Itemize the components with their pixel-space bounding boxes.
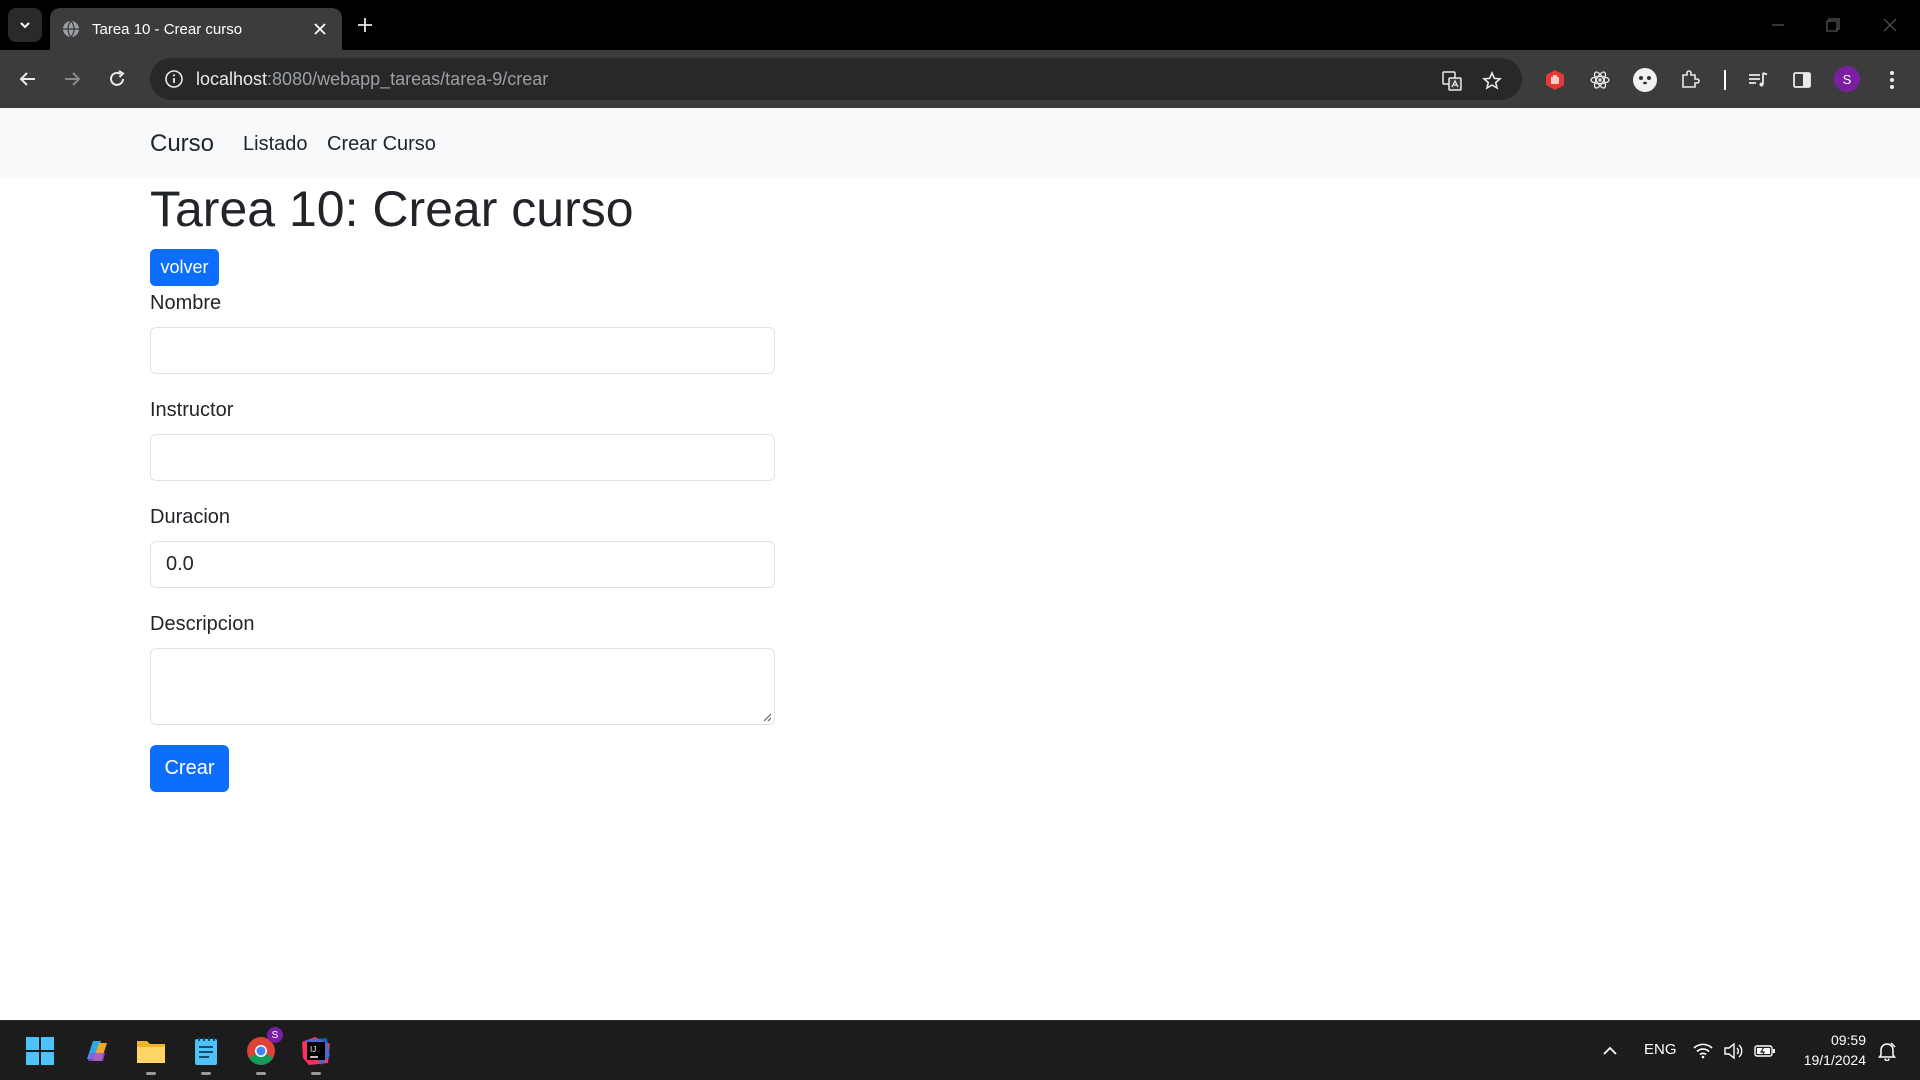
star-icon [1482, 71, 1502, 90]
volume-status[interactable] [1718, 1033, 1748, 1069]
volume-icon [1724, 1042, 1743, 1060]
descripcion-textarea[interactable] [150, 648, 775, 725]
profile-avatar[interactable]: S [1834, 66, 1860, 92]
side-panel-button[interactable] [1789, 67, 1815, 93]
folder-icon [137, 1041, 165, 1063]
battery-status[interactable] [1750, 1033, 1780, 1069]
restore-button[interactable] [1819, 12, 1847, 38]
nav-link-listado[interactable]: Listado [243, 133, 308, 156]
more-vertical-icon [1890, 71, 1894, 89]
restore-icon [1826, 18, 1840, 32]
duracion-label: Duracion [150, 506, 231, 528]
chrome-profile-badge: S [267, 1027, 283, 1043]
crear-submit-button[interactable]: Crear [150, 745, 229, 792]
instructor-input[interactable] [150, 434, 775, 481]
nav-link-crear-curso[interactable]: Crear Curso [327, 133, 436, 156]
running-indicator [201, 1072, 211, 1075]
copilot-preview-app[interactable] [79, 1033, 115, 1069]
svg-text:IJ: IJ [310, 1045, 316, 1054]
instructor-label: Instructor [150, 399, 234, 421]
hand-stop-icon [1546, 70, 1564, 90]
nombre-label: Nombre [150, 292, 222, 314]
wifi-icon [1693, 1043, 1713, 1059]
navbar-brand[interactable]: Curso [150, 130, 214, 158]
reload-icon [110, 70, 125, 86]
minimize-button[interactable] [1764, 12, 1792, 38]
url-text[interactable]: localhost:8080/webapp_tareas/tarea-9/cre… [196, 69, 548, 90]
battery-charging-icon [1754, 1045, 1775, 1057]
reload-button[interactable] [101, 63, 133, 95]
file-explorer-app[interactable] [133, 1033, 169, 1075]
back-nav-button[interactable] [12, 63, 44, 95]
system-clock[interactable]: 09:59 19/1/2024 [1790, 1030, 1866, 1070]
react-devtools-extension-button[interactable] [1587, 67, 1613, 93]
show-hidden-icons-button[interactable] [1592, 1033, 1628, 1069]
intellij-icon: IJ [302, 1037, 330, 1065]
clock-time: 09:59 [1830, 1032, 1866, 1048]
new-tab-button[interactable] [352, 12, 378, 38]
url-path: :8080/webapp_tareas/tarea-9/crear [267, 68, 549, 89]
running-indicator [146, 1072, 156, 1075]
close-icon [1883, 18, 1897, 32]
panda-extension-button[interactable] [1632, 67, 1658, 93]
duracion-input[interactable]: 0.0 [150, 541, 775, 588]
tab-title: Tarea 10 - Crear curso [92, 20, 243, 38]
music-queue-icon [1749, 72, 1768, 87]
resize-handle-icon[interactable] [762, 712, 772, 722]
chevron-down-icon [20, 22, 30, 29]
notepad-icon [195, 1037, 217, 1065]
back-button[interactable]: volver [150, 249, 219, 286]
browser-toolbar: localhost:8080/webapp_tareas/tarea-9/cre… [0, 50, 1920, 108]
notepad-app[interactable] [188, 1033, 224, 1075]
bookmark-star-button[interactable] [1480, 69, 1504, 93]
clock-date: 19/1/2024 [1803, 1052, 1866, 1068]
plus-icon [358, 18, 372, 32]
arrow-right-icon [65, 72, 81, 86]
puzzle-icon [1682, 70, 1700, 88]
input-language-indicator[interactable]: ENG [1644, 1041, 1677, 1058]
tab-close-button[interactable] [310, 19, 330, 39]
side-panel-icon [1793, 72, 1811, 88]
start-button[interactable] [22, 1033, 58, 1069]
site-navbar: Curso Listado Crear Curso [0, 108, 1920, 178]
browser-menu-button[interactable] [1879, 67, 1905, 93]
react-atom-icon [1590, 71, 1610, 89]
ublock-extension-button[interactable] [1542, 67, 1568, 93]
translate-icon [1442, 71, 1462, 91]
windows-logo-icon [26, 1037, 54, 1065]
nombre-input[interactable] [150, 327, 775, 374]
browser-tab-active[interactable]: Tarea 10 - Crear curso [50, 8, 342, 50]
tab-search-button[interactable] [8, 8, 42, 42]
translate-button[interactable] [1440, 69, 1464, 93]
chevron-up-icon [1603, 1046, 1617, 1055]
media-controls-button[interactable] [1745, 67, 1771, 93]
site-info-icon[interactable] [164, 69, 184, 89]
chrome-app[interactable]: S [243, 1027, 283, 1075]
close-icon [314, 23, 326, 35]
forward-nav-button[interactable] [56, 63, 88, 95]
arrow-left-icon [19, 72, 35, 86]
notifications-button[interactable] [1872, 1033, 1902, 1069]
copilot-icon [87, 1041, 107, 1061]
address-bar[interactable]: localhost:8080/webapp_tareas/tarea-9/cre… [150, 58, 1522, 100]
window-close-button[interactable] [1876, 12, 1904, 38]
wifi-status[interactable] [1688, 1033, 1718, 1069]
page-title: Tarea 10: Crear curso [150, 181, 634, 237]
running-indicator [256, 1072, 266, 1075]
running-indicator [311, 1072, 321, 1075]
descripcion-label: Descripcion [150, 613, 255, 635]
intellij-app[interactable]: IJ [298, 1033, 334, 1075]
windows-taskbar: S IJ ENG [0, 1020, 1920, 1080]
toolbar-separator [1724, 70, 1726, 90]
browser-tab-strip: Tarea 10 - Crear curso [0, 0, 1920, 50]
url-host: localhost [196, 68, 268, 89]
notification-bell-icon [1878, 1042, 1896, 1061]
panda-icon [1633, 68, 1657, 92]
minimize-icon [1772, 24, 1784, 26]
extensions-menu-button[interactable] [1677, 67, 1703, 93]
globe-icon [63, 20, 79, 38]
